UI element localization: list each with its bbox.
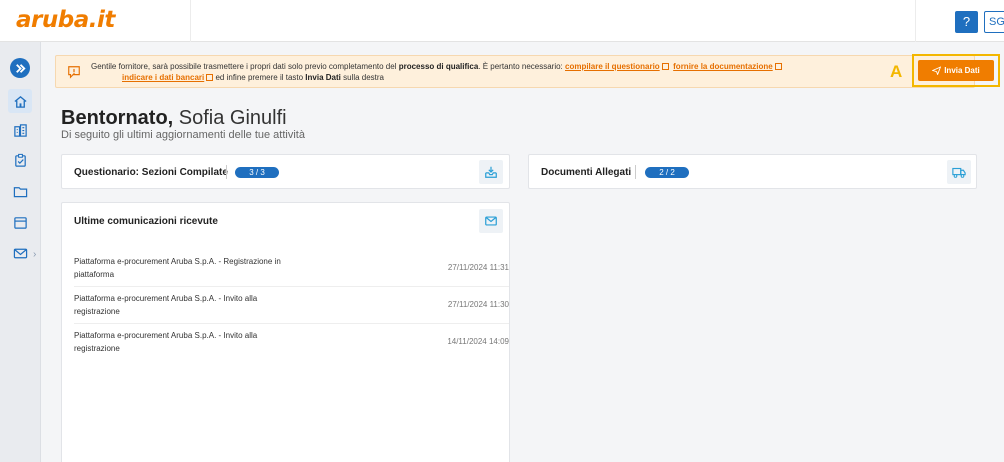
divider <box>226 165 227 179</box>
sidebar-item-questionnaire[interactable] <box>8 148 32 172</box>
questionnaire-title: Questionario: Sezioni Compilate <box>74 167 228 178</box>
folder-icon <box>13 186 27 197</box>
aruba-logo[interactable]: aruba.it <box>16 7 115 33</box>
banner-bold-qualification: processo di qualifica <box>398 62 479 71</box>
link-compile-questionnaire[interactable]: compilare il questionario <box>565 62 660 71</box>
banner-bold-send: Invia Dati <box>305 73 341 82</box>
help-button[interactable]: ? <box>955 11 978 33</box>
message-subject: Piattaforma e-procurement Aruba S.p.A. -… <box>74 331 258 353</box>
external-link-icon <box>206 74 214 81</box>
documents-card: Documenti Allegati 2 / 2 <box>528 154 977 189</box>
divider <box>915 0 916 42</box>
sidebar-expand-button[interactable] <box>10 58 30 78</box>
external-link-icon <box>661 63 669 70</box>
documents-title: Documenti Allegati <box>541 167 632 178</box>
sidebar-item-documents[interactable] <box>8 179 32 203</box>
banner-text: . È pertanto necessario: <box>478 62 565 71</box>
greeting: Bentornato, <box>61 107 174 129</box>
message-row[interactable]: Piattaforma e-procurement Aruba S.p.A. -… <box>74 329 509 359</box>
sidebar-item-messages[interactable] <box>8 241 32 265</box>
truck-icon <box>952 167 966 178</box>
divider <box>635 165 636 179</box>
message-subject: Piattaforma e-procurement Aruba S.p.A. -… <box>74 294 258 316</box>
clipboard-icon <box>14 153 26 167</box>
building-icon <box>13 123 27 137</box>
questionnaire-open-button[interactable] <box>479 160 503 184</box>
home-icon <box>13 95 27 108</box>
annotation-label: A <box>890 62 903 81</box>
external-link-icon <box>774 63 782 70</box>
user-menu-button[interactable]: SG <box>984 11 1004 33</box>
send-icon <box>932 66 942 75</box>
link-bank-data[interactable]: indicare i dati bancari <box>122 73 204 82</box>
chevron-right-icon[interactable]: › <box>33 249 36 260</box>
envelope-icon <box>485 216 497 226</box>
questionnaire-count-badge: 3 / 3 <box>235 167 279 178</box>
messages-open-button[interactable] <box>479 209 503 233</box>
sidebar-item-home[interactable] <box>8 89 32 113</box>
message-date: 14/11/2024 14:09 <box>447 337 509 346</box>
message-date: 27/11/2024 11:30 <box>447 300 509 309</box>
inbox-download-icon <box>485 166 497 178</box>
sidebar-item-company[interactable] <box>8 118 32 142</box>
message-date: 27/11/2024 11:31 <box>447 263 509 272</box>
link-provide-documents[interactable]: fornire la documentazione <box>673 62 773 71</box>
send-data-label: Invia Dati <box>944 66 980 75</box>
expand-icon <box>15 63 26 73</box>
user-name: Sofia Ginulfi <box>173 107 287 129</box>
send-highlight-frame: Invia Dati <box>912 54 1000 87</box>
documents-open-button[interactable] <box>947 160 971 184</box>
message-subject: Piattaforma e-procurement Aruba S.p.A. -… <box>74 257 281 279</box>
documents-count-badge: 2 / 2 <box>645 167 689 178</box>
qualification-banner: Gentile fornitore, sarà possibile trasme… <box>55 55 975 88</box>
calendar-icon <box>13 216 27 229</box>
message-row[interactable]: Piattaforma e-procurement Aruba S.p.A. -… <box>74 292 509 324</box>
mail-icon <box>13 248 27 258</box>
send-data-button[interactable]: Invia Dati <box>918 60 994 81</box>
banner-text: Gentile fornitore, sarà possibile trasme… <box>91 62 399 71</box>
message-row[interactable]: Piattaforma e-procurement Aruba S.p.A. -… <box>74 255 509 287</box>
page-title: Bentornato, Sofia Ginulfi <box>61 107 287 130</box>
banner-text: ed infine premere il tasto <box>213 73 306 82</box>
page-subtitle: Di seguito gli ultimi aggiornamenti dell… <box>61 129 305 141</box>
banner-message: Gentile fornitore, sarà possibile trasme… <box>91 61 851 83</box>
divider <box>190 0 191 42</box>
messages-card: Ultime comunicazioni ricevute Piattaform… <box>61 202 510 462</box>
messages-title: Ultime comunicazioni ricevute <box>74 216 218 227</box>
sidebar-item-calendar[interactable] <box>8 210 32 234</box>
banner-text: sulla destra <box>340 73 385 82</box>
top-bar: aruba.it ? SG <box>0 0 1004 42</box>
info-icon <box>68 66 80 79</box>
questionnaire-card: Questionario: Sezioni Compilate 3 / 3 <box>61 154 510 189</box>
